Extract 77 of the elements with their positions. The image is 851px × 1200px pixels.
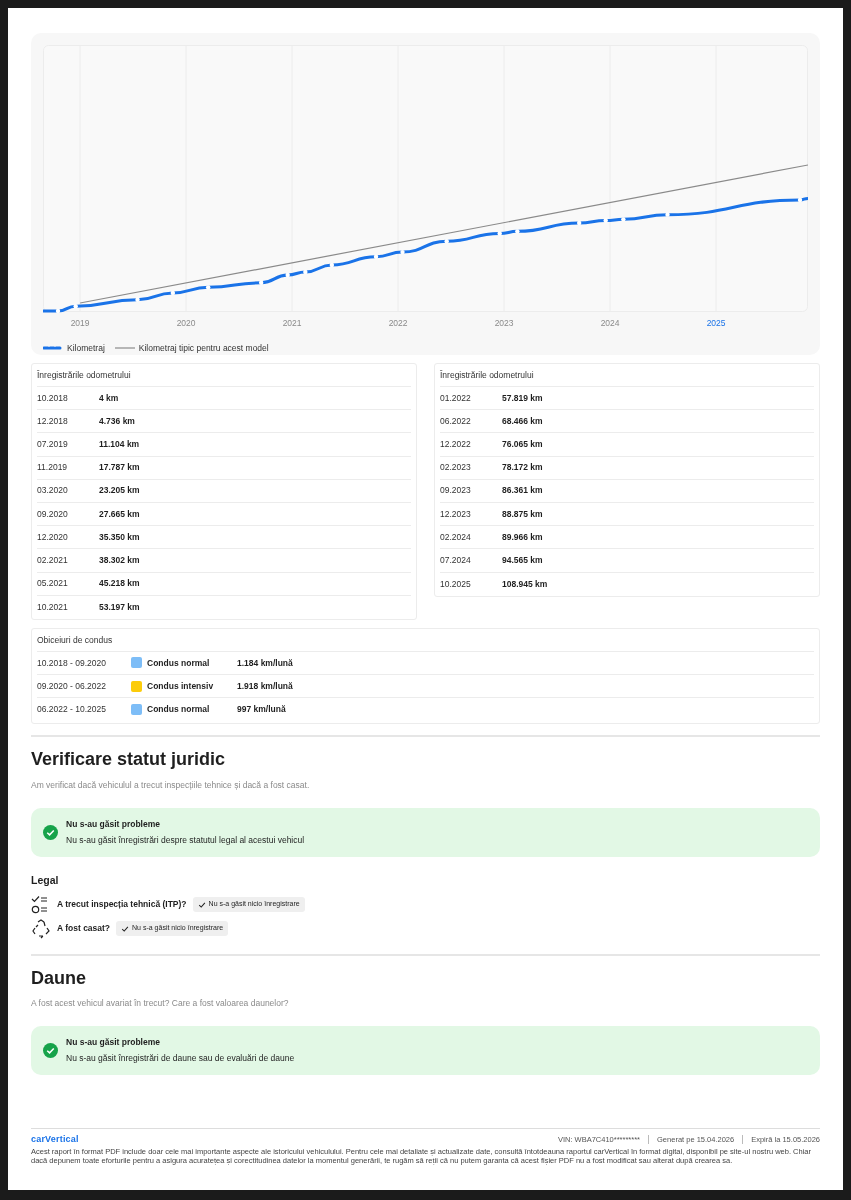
table-cell: 38.302 km [99,554,140,567]
axis-label: 2025 [706,318,726,328]
item-label: A trecut inspecția tehnică (ITP)? [57,898,187,911]
table-cell: 35.350 km [99,530,140,544]
alert-title: Nu s-au găsit probleme [66,1035,161,1049]
table-cell: 88.875 km [502,507,543,521]
table-cell-text: 03.2020 [37,484,69,498]
table-cell: 108.945 km [502,577,548,591]
table-cell-text: 12.2018 [37,414,69,428]
alert-text: Nu s-au găsit înregistrări despre statutul legal al acestui vehicul [66,834,305,848]
table-cell: 86.361 km [502,484,543,498]
table-cell-text: 07.2024 [440,554,472,567]
table-cell-text: 12.2022 [440,438,472,451]
table-cell-text: 06.2022 - 10.2025 [37,703,107,717]
axis-label: 2024 [600,318,620,328]
table-title: Obiceiuri de condus [37,628,814,652]
axis-label: 2021 [282,318,302,328]
table-cell: 1.184 km/lună [237,656,293,670]
alert-title: Nu s-au găsit probleme [66,817,161,831]
section-subtitle: Am verificat dacă vehiculul a trecut inspecțiile tehnice și dacă a fost casat. [31,779,311,792]
legend-line-icon [114,345,135,351]
table-cell-text: 10.2018 - 09.2020 [37,656,107,670]
table-cell: 11.104 km [99,438,140,451]
table-cell: 4.736 km [99,414,135,428]
item-label: A fost casat? [57,922,111,935]
table-cell-text: 02.2024 [440,530,472,544]
table-cell: 4 km [99,391,119,405]
section-heading: Daune [31,967,87,990]
table-cell-text: 02.2023 [440,461,472,475]
table-cell-text: 11.2019 [37,461,69,475]
table-cell-text: Condus normal [147,703,211,717]
axis-label: 2020 [176,318,196,328]
table-cell-text: 07.2019 [37,438,69,451]
table-cell: 1.918 km/lună [237,679,293,693]
table-cell-text: 09.2020 - 06.2022 [37,679,107,693]
table-cell-text: 12.2023 [440,507,472,521]
table-cell: 997 km/lună [237,703,286,717]
table-cell-text: 09.2020 [37,507,69,521]
table-title: Înregistrările odometrului [440,364,814,387]
table-cell-text: 10.2025 [440,577,472,591]
table-cell-text: 05.2021 [37,577,69,590]
legend-line-icon [43,345,63,351]
table-cell: 57.819 km [502,391,543,405]
legend-label: Kilometraj tipic pentru acest model [138,341,269,355]
table-cell: 94.565 km [502,554,543,567]
logo: carVertical [31,1133,79,1146]
check-icon [197,900,206,909]
legend-label: Kilometraj [67,341,105,355]
table-cell: 45.218 km [99,577,140,590]
axis-label: 2022 [388,318,408,328]
table-cell-text: 09.2023 [440,484,472,498]
table-cell-text: 12.2020 [37,530,69,544]
table-cell: 89.966 km [502,530,543,544]
table-cell: 76.065 km [502,438,543,451]
axis-label: 2019 [70,318,90,328]
table-cell: 23.205 km [99,484,140,498]
table-cell-text: 10.2021 [37,600,69,614]
table-cell-text: Condus normal [147,656,211,670]
check-circle-icon [43,1042,58,1058]
check-circle-icon [43,824,58,840]
check-icon [121,924,130,933]
table-cell: 68.466 km [502,414,543,428]
table-cell: 27.665 km [99,507,140,521]
table-cell-text: 02.2021 [37,554,69,567]
table-cell: 17.787 km [99,461,140,475]
alert-text: Nu s-au găsit înregistrări de daune sau de evaluări de daune [66,1052,295,1066]
axis-label: 2023 [494,318,514,328]
table-cell-text: 10.2018 [37,391,69,405]
section-subtitle: A fost acest vehicul avariat în trecut? Care a fost valoarea daunelor? [31,997,290,1010]
table-title: Înregistrările odometrului [37,364,411,387]
table-cell-text: 01.2022 [440,391,472,405]
table-cell-text: Condus intensiv [147,679,215,693]
table-cell: 78.172 km [502,461,543,475]
table-cell: 53.197 km [99,600,140,614]
section-heading: Verificare statut juridic [31,749,227,772]
table-cell-text: 06.2022 [440,414,472,428]
group-heading: Legal [31,872,60,888]
